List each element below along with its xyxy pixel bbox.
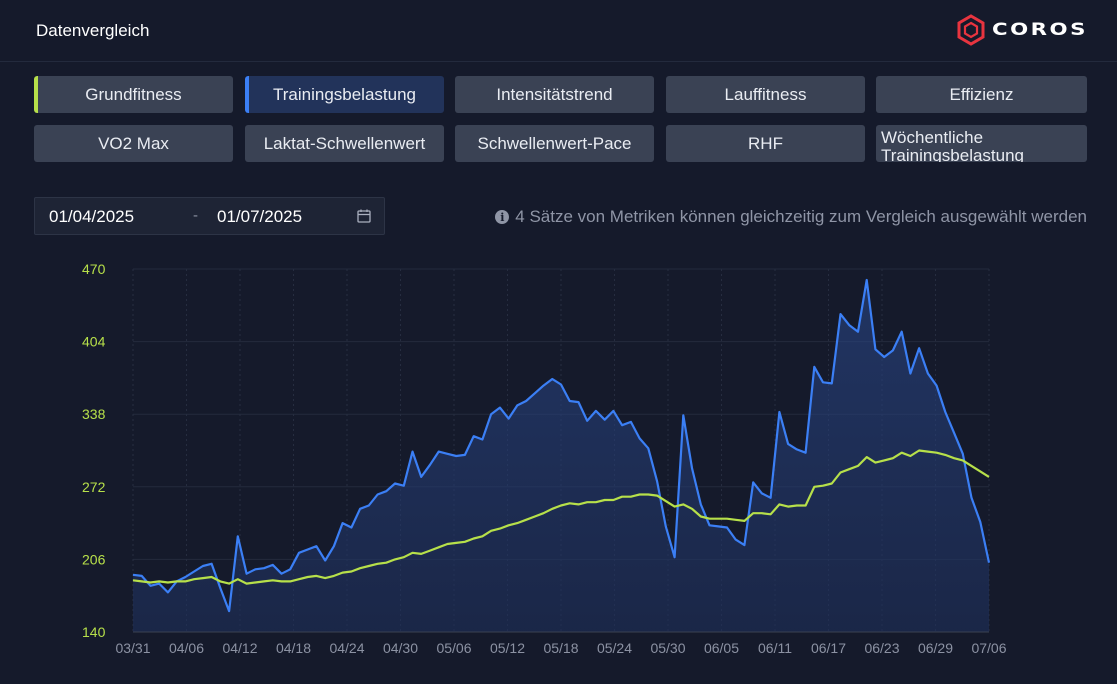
tab-indicator	[34, 76, 38, 113]
tab-indicator	[245, 76, 249, 113]
tab-lauffitness[interactable]: Lauffitness	[666, 76, 865, 113]
x-tick-label: 05/12	[490, 640, 525, 656]
x-tick-label: 06/29	[918, 640, 953, 656]
coros-logo: COROS	[956, 14, 1091, 46]
tab-label: Trainingsbelastung	[272, 84, 416, 104]
header: Datenvergleich COROS	[0, 0, 1117, 62]
x-tick-label: 05/18	[543, 640, 578, 656]
x-tick-label: 06/11	[758, 640, 792, 656]
x-tick-label: 04/18	[276, 640, 311, 656]
tab-label: Schwellenwert-Pace	[477, 133, 632, 153]
x-tick-label: 04/06	[169, 640, 204, 656]
y-tick-label: 404	[82, 334, 106, 350]
x-tick-label: 05/06	[436, 640, 471, 656]
tab-label: RHF	[748, 133, 783, 153]
x-tick-label: 05/30	[650, 640, 685, 656]
page-title: Datenvergleich	[36, 21, 150, 40]
tab-vo2-max[interactable]: VO2 Max	[34, 125, 233, 162]
tab-trainingsbelastung[interactable]: Trainingsbelastung	[245, 76, 444, 113]
info-note: i 4 Sätze von Metriken können gleichzeit…	[495, 207, 1087, 227]
y-tick-label: 338	[82, 406, 106, 422]
x-tick-label: 06/05	[704, 640, 739, 656]
x-tick-label: 04/24	[329, 640, 364, 656]
training-load-area	[133, 280, 989, 632]
tab-intensitaetstrend[interactable]: Intensitätstrend	[455, 76, 654, 113]
tab-schwellenwert-pace[interactable]: Schwellenwert-Pace	[455, 125, 654, 162]
date-separator: -	[193, 207, 198, 224]
x-tick-label: 04/12	[222, 640, 257, 656]
tab-label: Grundfitness	[85, 84, 182, 104]
x-tick-label: 05/24	[597, 640, 632, 656]
coros-logo-icon	[957, 14, 985, 46]
calendar-icon[interactable]	[357, 209, 371, 223]
comparison-chart: 140206272338404470 03/31 04/06 04/12 04/18 0…	[82, 261, 1007, 656]
tab-label: Effizienz	[949, 84, 1014, 104]
x-axis: 03/31 04/06 04/12 04/18 04/24 04/30 05/06 05/12…	[115, 640, 1006, 656]
y-tick-label: 140	[82, 624, 106, 640]
tab-rhf[interactable]: RHF	[666, 125, 865, 162]
tab-laktat-schwellenwert[interactable]: Laktat-Schwellenwert	[245, 125, 444, 162]
tab-label: Wöchentliche Trainingsbelastung	[881, 128, 1025, 163]
tab-label: Intensitätstrend	[496, 84, 613, 104]
tab-label: VO2 Max	[98, 133, 169, 153]
x-tick-label: 06/23	[864, 640, 899, 656]
x-tick-label: 03/31	[115, 640, 150, 656]
date-range-picker[interactable]: 01/04/2025 - 01/07/2025	[34, 197, 385, 235]
tab-label: Laktat-Schwellenwert	[263, 133, 426, 153]
y-tick-label: 272	[82, 479, 106, 495]
y-tick-label: 470	[82, 261, 106, 277]
tab-effizienz[interactable]: Effizienz	[876, 76, 1087, 113]
info-text: 4 Sätze von Metriken können gleichzeitig…	[515, 207, 1087, 226]
x-tick-label: 04/30	[383, 640, 418, 656]
tab-woechentliche-trainingsbelastung[interactable]: Wöchentliche Trainingsbelastung	[876, 125, 1087, 162]
tab-grundfitness[interactable]: Grundfitness	[34, 76, 233, 113]
tab-label: Lauffitness	[724, 84, 807, 104]
x-tick-label: 07/06	[971, 640, 1006, 656]
date-end[interactable]: 01/07/2025	[217, 207, 302, 227]
date-start[interactable]: 01/04/2025	[49, 207, 134, 227]
y-tick-label: 206	[82, 551, 106, 567]
info-icon: i	[495, 210, 510, 224]
y-axis: 140 206 272 338 404 470	[82, 261, 106, 640]
logo-text: COROS	[992, 20, 1088, 40]
x-tick-label: 06/17	[811, 640, 846, 656]
